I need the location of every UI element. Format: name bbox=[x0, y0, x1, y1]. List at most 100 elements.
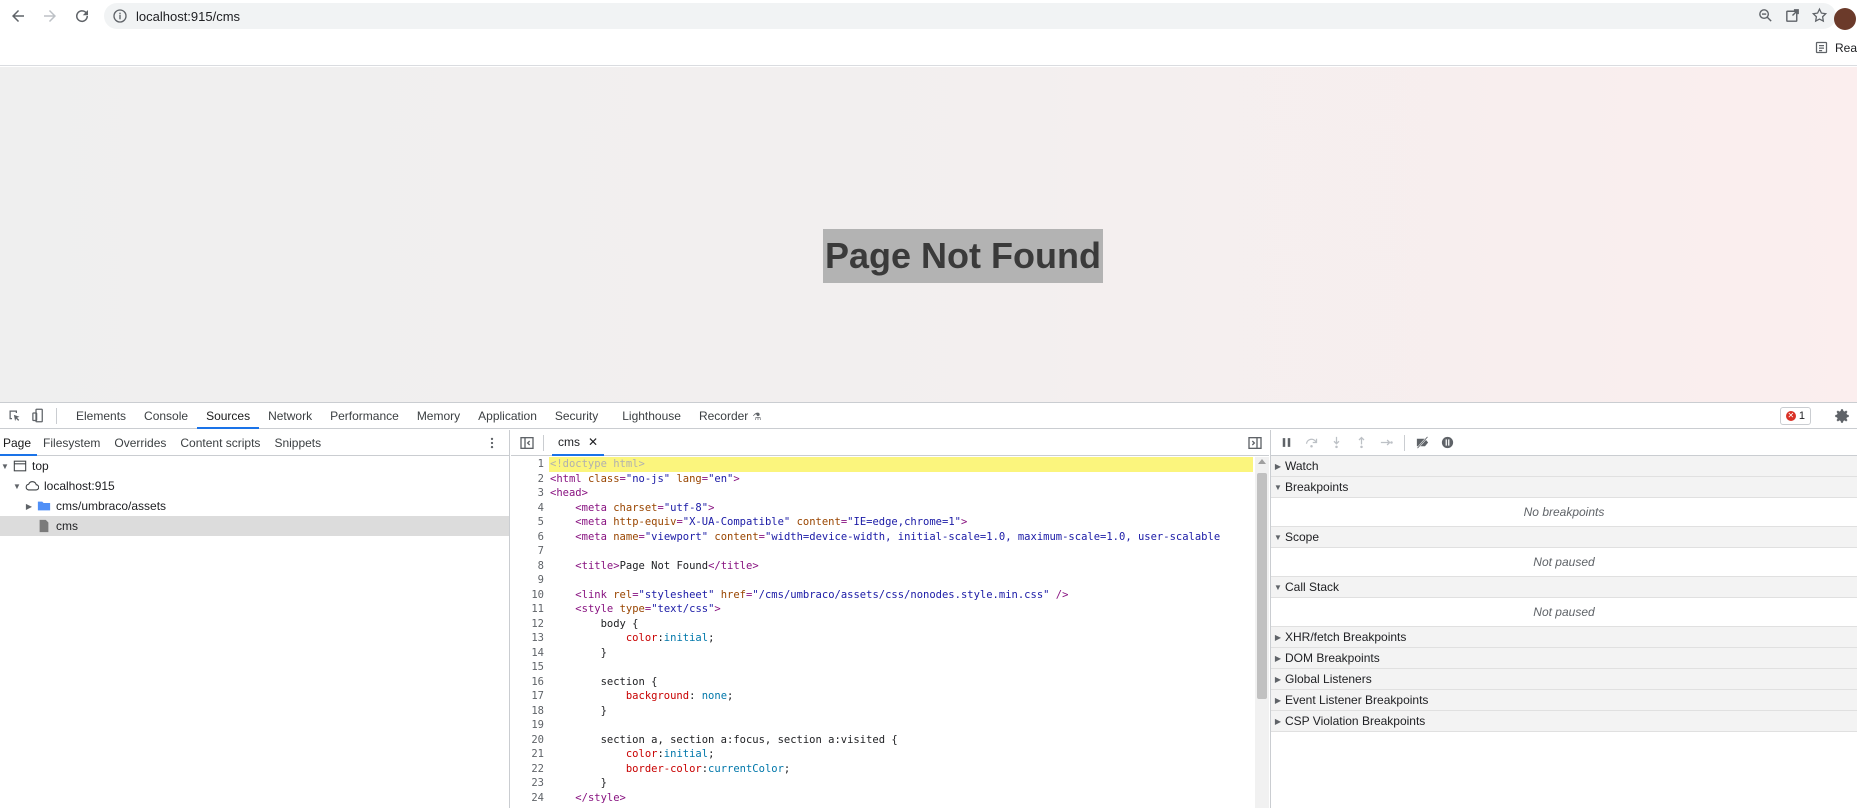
code-line[interactable]: 17 background: none; bbox=[511, 689, 1253, 704]
tree-item[interactable]: ▼ top bbox=[0, 456, 509, 476]
code-line[interactable]: 7 bbox=[511, 544, 1253, 559]
tab-console[interactable]: Console bbox=[135, 403, 197, 429]
tab-network[interactable]: Network bbox=[259, 403, 321, 429]
pane-xhr-fetch-breakpoints[interactable]: ▶ XHR/fetch Breakpoints bbox=[1271, 627, 1857, 648]
back-button[interactable] bbox=[4, 2, 32, 30]
share-icon[interactable] bbox=[1784, 7, 1801, 24]
pane-breakpoints[interactable]: ▼ Breakpoints bbox=[1271, 477, 1857, 498]
line-number[interactable]: 6 bbox=[511, 530, 549, 545]
code-line[interactable]: 1 <!doctype html> bbox=[511, 457, 1253, 472]
collapse-arrow-icon[interactable]: ▶ bbox=[24, 502, 34, 511]
step-out-icon[interactable] bbox=[1354, 435, 1369, 450]
line-number[interactable]: 3 bbox=[511, 486, 549, 501]
pause-icon[interactable] bbox=[1279, 435, 1294, 450]
code-line[interactable]: 21 color:initial; bbox=[511, 747, 1253, 762]
pane-scope[interactable]: ▼ Scope bbox=[1271, 527, 1857, 548]
line-number[interactable]: 10 bbox=[511, 588, 549, 603]
file-tab-cms[interactable]: cms ✕ bbox=[552, 429, 605, 456]
tab-security[interactable]: Security bbox=[546, 403, 607, 429]
more-options-icon[interactable] bbox=[485, 435, 499, 451]
pause-on-exceptions-icon[interactable] bbox=[1440, 435, 1455, 450]
toggle-debugger-icon[interactable] bbox=[1247, 435, 1263, 451]
tab-recorder[interactable]: Recorder ⚗ bbox=[690, 403, 770, 429]
step-over-icon[interactable] bbox=[1304, 435, 1319, 450]
code-line[interactable]: 8 <title>Page Not Found</title> bbox=[511, 559, 1253, 574]
pane-watch[interactable]: ▶ Watch bbox=[1271, 456, 1857, 477]
code-line[interactable]: 24 </style> bbox=[511, 791, 1253, 806]
code-line[interactable]: 15 bbox=[511, 660, 1253, 675]
navigator-tab-content-scripts[interactable]: Content scripts bbox=[176, 430, 270, 456]
address-bar[interactable]: localhost:915/cms bbox=[104, 3, 1856, 30]
code-line[interactable]: 23 } bbox=[511, 776, 1253, 791]
line-number[interactable]: 4 bbox=[511, 501, 549, 516]
line-number[interactable]: 24 bbox=[511, 791, 549, 806]
tab-application[interactable]: Application bbox=[469, 403, 546, 429]
tab-lighthouse[interactable]: Lighthouse bbox=[613, 403, 690, 429]
line-number[interactable]: 8 bbox=[511, 559, 549, 574]
error-count-badge[interactable]: ✕ 1 bbox=[1779, 407, 1811, 425]
expand-arrow-icon[interactable]: ▼ bbox=[0, 462, 10, 471]
code-line[interactable]: 2 <html class="no-js" lang="en"> bbox=[511, 472, 1253, 487]
navigator-tab-filesystem[interactable]: Filesystem bbox=[39, 430, 110, 456]
code-line[interactable]: 16 section { bbox=[511, 675, 1253, 690]
reading-list-button[interactable]: Rea bbox=[1814, 40, 1857, 55]
line-number[interactable]: 19 bbox=[511, 718, 549, 733]
code-line[interactable]: 9 bbox=[511, 573, 1253, 588]
tab-memory[interactable]: Memory bbox=[408, 403, 469, 429]
line-number[interactable]: 16 bbox=[511, 675, 549, 690]
line-number[interactable]: 7 bbox=[511, 544, 549, 559]
expand-arrow-icon[interactable]: ▼ bbox=[12, 482, 22, 491]
line-number[interactable]: 12 bbox=[511, 617, 549, 632]
navigator-tab-page[interactable]: Page bbox=[0, 430, 38, 456]
line-number[interactable]: 22 bbox=[511, 762, 549, 777]
code-line[interactable]: 11 <style type="text/css"> bbox=[511, 602, 1253, 617]
line-number[interactable]: 21 bbox=[511, 747, 549, 762]
toggle-navigator-icon[interactable] bbox=[519, 435, 535, 451]
reload-button[interactable] bbox=[68, 2, 96, 30]
line-number[interactable]: 15 bbox=[511, 660, 549, 675]
line-number[interactable]: 11 bbox=[511, 602, 549, 617]
line-number[interactable]: 5 bbox=[511, 515, 549, 530]
pane-call-stack[interactable]: ▼ Call Stack bbox=[1271, 577, 1857, 598]
code-view[interactable]: 1 <!doctype html> 2 <html class="no-js" lan… bbox=[511, 457, 1253, 808]
line-number[interactable]: 23 bbox=[511, 776, 549, 791]
pane-event-listener-breakpoints[interactable]: ▶ Event Listener Breakpoints bbox=[1271, 690, 1857, 711]
code-line[interactable]: 13 color:initial; bbox=[511, 631, 1253, 646]
inspect-element-button[interactable] bbox=[4, 406, 24, 426]
code-line[interactable]: 12 body { bbox=[511, 617, 1253, 632]
tree-item[interactable]: ▼ localhost:915 bbox=[0, 476, 509, 496]
scroll-thumb[interactable] bbox=[1257, 473, 1267, 699]
code-line[interactable]: 10 <link rel="stylesheet" href="/cms/umb… bbox=[511, 588, 1253, 603]
line-number[interactable]: 1 bbox=[511, 457, 549, 472]
code-line[interactable]: 14 } bbox=[511, 646, 1253, 661]
tab-performance[interactable]: Performance bbox=[321, 403, 408, 429]
step-icon[interactable] bbox=[1379, 435, 1394, 450]
code-line[interactable]: 5 <meta http-equiv="X-UA-Compatible" con… bbox=[511, 515, 1253, 530]
code-line[interactable]: 18 } bbox=[511, 704, 1253, 719]
device-toolbar-button[interactable] bbox=[28, 406, 48, 426]
line-number[interactable]: 14 bbox=[511, 646, 549, 661]
profile-avatar[interactable] bbox=[1834, 8, 1856, 30]
navigator-tab-snippets[interactable]: Snippets bbox=[270, 430, 331, 456]
code-line[interactable]: 4 <meta charset="utf-8"> bbox=[511, 501, 1253, 516]
line-number[interactable]: 18 bbox=[511, 704, 549, 719]
deactivate-breakpoints-icon[interactable] bbox=[1415, 435, 1430, 450]
line-number[interactable]: 13 bbox=[511, 631, 549, 646]
line-number[interactable]: 9 bbox=[511, 573, 549, 588]
code-line[interactable]: 6 <meta name="viewport" content="width=d… bbox=[511, 530, 1253, 545]
info-icon[interactable] bbox=[112, 8, 128, 24]
star-icon[interactable] bbox=[1811, 7, 1828, 24]
navigator-tab-overrides[interactable]: Overrides bbox=[110, 430, 176, 456]
scroll-up-arrow[interactable] bbox=[1258, 459, 1266, 464]
step-into-icon[interactable] bbox=[1329, 435, 1344, 450]
forward-button[interactable] bbox=[36, 2, 64, 30]
tree-item[interactable]: ▶ cms/umbraco/assets bbox=[0, 496, 509, 516]
url-text[interactable]: localhost:915/cms bbox=[136, 9, 240, 24]
pane-global-listeners[interactable]: ▶ Global Listeners bbox=[1271, 669, 1857, 690]
code-line[interactable]: 3 <head> bbox=[511, 486, 1253, 501]
close-icon[interactable]: ✕ bbox=[588, 429, 598, 455]
gear-icon[interactable] bbox=[1833, 407, 1851, 425]
line-number[interactable]: 2 bbox=[511, 472, 549, 487]
zoom-icon[interactable] bbox=[1757, 7, 1774, 24]
tab-elements[interactable]: Elements bbox=[67, 403, 135, 429]
